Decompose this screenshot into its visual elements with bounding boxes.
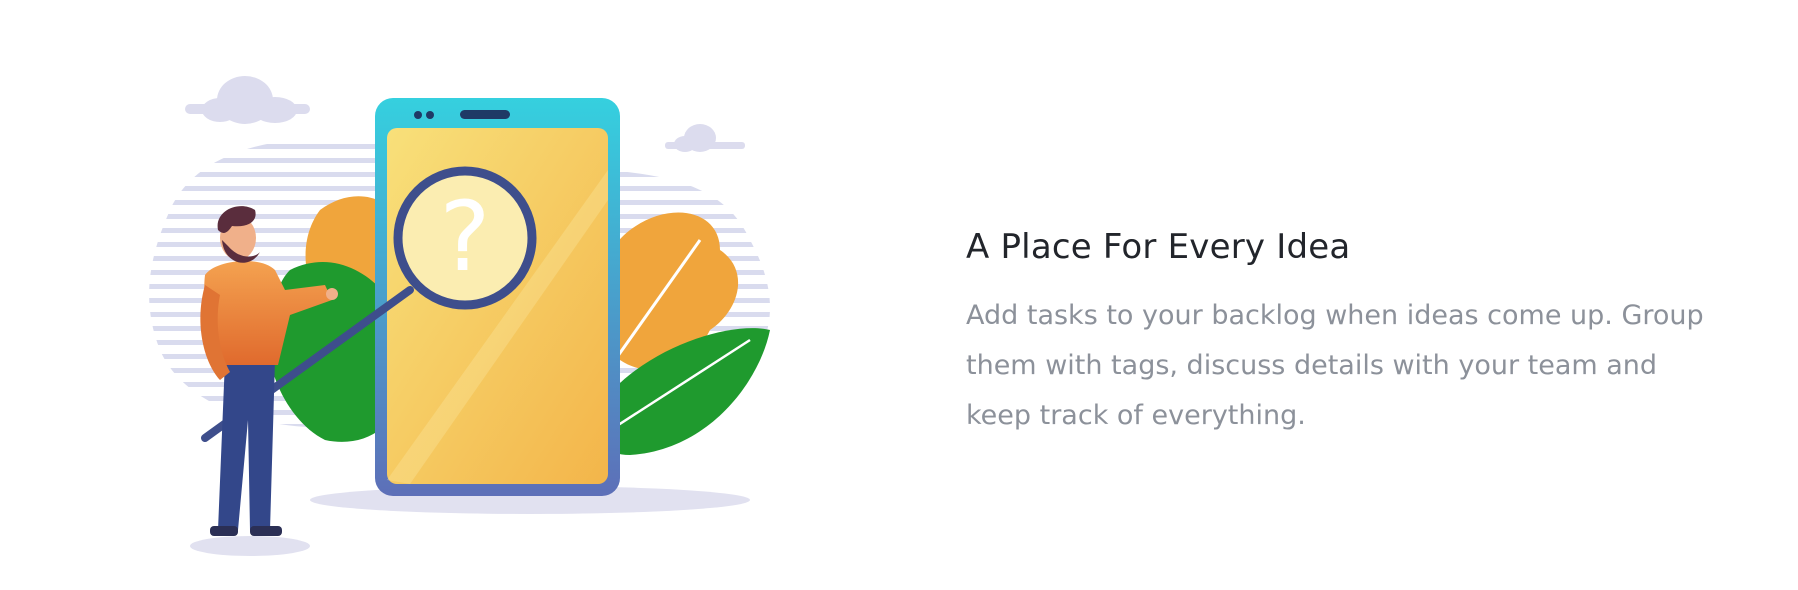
feature-title: A Place For Every Idea bbox=[966, 227, 1351, 267]
feature-description: Add tasks to your backlog when ideas com… bbox=[966, 300, 1704, 431]
feature-text: A Place For Every Idea Add tasks to your… bbox=[966, 225, 1726, 441]
feature-section: ? A Place For Every Idea Add tasks to yo… bbox=[0, 0, 1798, 590]
cloud-icon bbox=[185, 76, 310, 124]
idea-illustration: ? bbox=[110, 60, 890, 570]
question-mark: ? bbox=[440, 181, 491, 293]
ground-shadow bbox=[190, 536, 310, 556]
cloud-icon bbox=[665, 124, 745, 152]
illustration-svg: ? bbox=[149, 76, 771, 556]
